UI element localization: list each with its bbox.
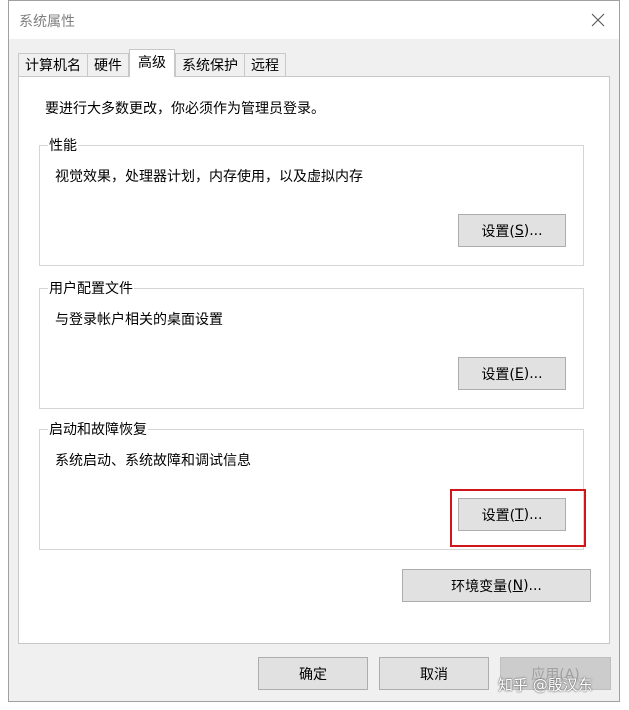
performance-settings-button[interactable]: 设置(S)... — [458, 214, 566, 247]
tab-computer-name[interactable]: 计算机名 — [18, 53, 88, 77]
user-profiles-settings-button[interactable]: 设置(E)... — [458, 357, 566, 390]
tab-system-protection[interactable]: 系统保护 — [175, 53, 245, 77]
title-bar: 系统属性 — [9, 1, 619, 39]
user-profiles-settings-suffix: )... — [523, 365, 543, 382]
tab-hardware[interactable]: 硬件 — [87, 53, 129, 77]
user-profiles-settings-label: 设置( — [481, 366, 515, 383]
cancel-button[interactable]: 取消 — [379, 657, 489, 690]
startup-recovery-description: 系统启动、系统故障和调试信息 — [55, 453, 251, 469]
tab-remote[interactable]: 远程 — [244, 53, 286, 77]
performance-settings-accesskey: S — [514, 222, 524, 239]
close-button[interactable] — [577, 1, 619, 39]
advanced-tab-panel: 要进行大多数更改，你必须作为管理员登录。 性能 视觉效果，处理器计划，内存使用，… — [18, 76, 610, 644]
performance-group: 性能 视觉效果，处理器计划，内存使用，以及虚拟内存 设置(S)... — [39, 135, 584, 266]
environment-variables-accesskey: N — [512, 577, 524, 594]
environment-variables-label: 环境变量( — [451, 578, 513, 595]
window-title: 系统属性 — [19, 14, 75, 30]
user-profiles-group-title: 用户配置文件 — [48, 278, 134, 298]
performance-settings-label: 设置( — [481, 223, 515, 240]
environment-variables-suffix: )... — [523, 577, 542, 594]
startup-recovery-group-title: 启动和故障恢复 — [48, 419, 148, 439]
tab-bar: 计算机名 硬件 高级 系统保护 远程 — [18, 49, 286, 77]
performance-description: 视觉效果，处理器计划，内存使用，以及虚拟内存 — [55, 169, 363, 185]
user-profiles-description: 与登录帐户相关的桌面设置 — [55, 312, 223, 328]
user-profiles-group: 用户配置文件 与登录帐户相关的桌面设置 设置(E)... — [39, 278, 584, 409]
watermark: 知乎 @殷汉东 — [498, 676, 593, 694]
highlight-box — [450, 489, 586, 547]
user-profiles-settings-accesskey: E — [514, 365, 524, 382]
admin-note: 要进行大多数更改，你必须作为管理员登录。 — [45, 101, 325, 117]
tab-advanced[interactable]: 高级 — [129, 49, 175, 77]
system-properties-window: 系统属性 计算机名 硬件 高级 系统保护 远程 要进行大多数更改，你必须作为管理… — [8, 0, 620, 702]
ok-button[interactable]: 确定 — [258, 657, 368, 690]
performance-settings-suffix: )... — [523, 222, 543, 239]
close-icon — [591, 13, 605, 27]
performance-group-title: 性能 — [48, 135, 78, 155]
environment-variables-button[interactable]: 环境变量(N)... — [402, 569, 591, 602]
